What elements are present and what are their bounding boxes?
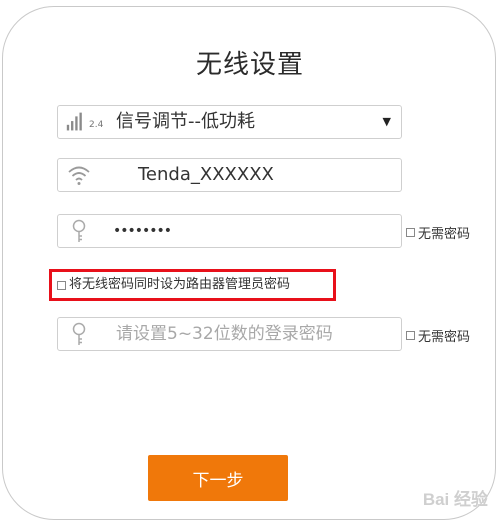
- admin-no-password-checkbox[interactable]: 无需密码: [406, 326, 470, 345]
- wifi-no-password-label: 无需密码: [418, 227, 471, 242]
- sync-password-checkbox[interactable]: 将无线密码同时设为路由器管理员密码: [57, 272, 290, 298]
- signal-mode-value: 信号调节--低功耗: [116, 111, 255, 132]
- checkbox-box[interactable]: [406, 228, 415, 237]
- setup-card: [2, 6, 496, 520]
- admin-password-placeholder: 请设置5~32位数的登录密码: [116, 324, 333, 344]
- sync-password-highlight: 将无线密码同时设为路由器管理员密码: [49, 269, 336, 301]
- admin-no-password-label: 无需密码: [418, 330, 471, 345]
- admin-password-field[interactable]: 请设置5~32位数的登录密码: [57, 317, 402, 351]
- page-title: 无线设置: [195, 50, 304, 80]
- sync-password-label: 将无线密码同时设为路由器管理员密码: [69, 277, 291, 292]
- wifi-icon: [64, 163, 94, 187]
- wifi-no-password-checkbox[interactable]: 无需密码: [406, 223, 470, 242]
- watermark: Bai 经验: [422, 490, 488, 509]
- next-button[interactable]: 下一步: [148, 455, 288, 501]
- ssid-field[interactable]: Tenda_XXXXXX: [57, 158, 402, 192]
- signal-mode-select[interactable]: 2.4 信号调节--低功耗 ▼: [57, 105, 402, 139]
- checkbox-box[interactable]: [406, 331, 415, 340]
- wifi-password-field[interactable]: ••••••••: [57, 214, 402, 248]
- signal-band-label: 2.4: [89, 120, 104, 130]
- wifi-password-value: ••••••••: [113, 223, 172, 239]
- key-icon: [64, 219, 94, 243]
- dropdown-arrow-icon: ▼: [382, 115, 391, 128]
- ssid-value: Tenda_XXXXXX: [138, 164, 274, 185]
- checkbox-box[interactable]: [57, 280, 66, 290]
- key-icon: [64, 322, 94, 346]
